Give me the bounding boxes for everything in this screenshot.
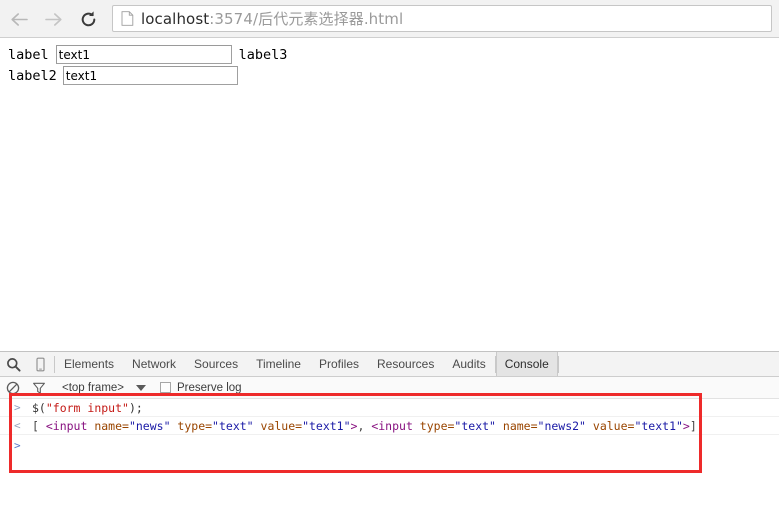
label-1: label	[8, 46, 49, 63]
code-seg: name=	[87, 419, 129, 433]
code-seg: "text"	[454, 419, 496, 433]
console-code-output: [ <input name="news" type="text" value="…	[32, 419, 697, 433]
tab-timeline[interactable]: Timeline	[247, 352, 310, 376]
devtools-tabbar: Elements Network Sources Timeline Profil…	[0, 352, 779, 377]
code-seg: "form input"	[45, 401, 129, 415]
console-output[interactable]: > $("form input"); < [ <input name="news…	[0, 399, 779, 511]
tab-audits[interactable]: Audits	[443, 352, 494, 376]
preserve-log-checkbox[interactable]	[160, 382, 172, 393]
code-seg: "text1"	[634, 419, 683, 433]
device-toggle-icon	[36, 357, 45, 371]
reload-icon	[81, 10, 95, 26]
code-seg: );	[128, 401, 143, 415]
code-seg: type=	[412, 419, 455, 433]
code-seg: ]	[689, 419, 697, 433]
output-marker: <	[14, 419, 21, 432]
code-seg: "news2"	[537, 419, 586, 433]
code-seg: "text1"	[302, 419, 351, 433]
prompt-caret: >	[14, 439, 21, 452]
clear-console-icon	[6, 381, 20, 394]
tab-resources[interactable]: Resources	[368, 352, 443, 376]
chevron-down-icon[interactable]	[136, 384, 147, 391]
code-seg: <input	[45, 419, 88, 433]
browser-toolbar: localhost:3574/后代元素选择器.html	[0, 0, 779, 38]
code-seg: [	[32, 419, 46, 433]
input-news[interactable]	[55, 45, 232, 64]
url-path: :3574/后代元素选择器.html	[209, 10, 404, 28]
tab-profiles[interactable]: Profiles	[310, 352, 368, 376]
document-icon	[121, 11, 134, 26]
url-host: localhost	[141, 10, 210, 28]
filter-icon	[33, 382, 45, 394]
code-seg: type=	[170, 419, 213, 433]
label-2: label2	[8, 67, 57, 84]
reload-button[interactable]	[76, 7, 100, 31]
address-bar[interactable]: localhost:3574/后代元素选择器.html	[112, 5, 772, 32]
device-toggle-button[interactable]	[27, 352, 54, 376]
url-text: localhost:3574/后代元素选择器.html	[141, 8, 403, 29]
code-seg: value=	[585, 419, 635, 433]
console-row-output[interactable]: < [ <input name="news" type="text" value…	[0, 417, 779, 435]
code-seg: value=	[253, 419, 303, 433]
code-seg: $(	[32, 401, 46, 415]
code-seg: ,	[357, 419, 372, 433]
tab-network[interactable]: Network	[123, 352, 185, 376]
input-marker: >	[14, 401, 21, 414]
search-icon	[7, 357, 21, 372]
tab-elements[interactable]: Elements	[55, 352, 123, 376]
code-seg: >	[682, 419, 690, 433]
console-prompt-row[interactable]: >	[0, 435, 779, 455]
back-button[interactable]	[7, 7, 31, 31]
forward-button[interactable]	[41, 7, 65, 31]
frame-selector[interactable]: <top frame>	[62, 382, 124, 394]
input-news2[interactable]	[62, 66, 238, 85]
arrow-left-icon	[10, 12, 28, 26]
search-button[interactable]	[0, 352, 27, 376]
preserve-log-label: Preserve log	[177, 381, 242, 394]
arrow-right-icon	[44, 12, 62, 26]
console-code-input: $("form input");	[32, 401, 143, 415]
filter-button[interactable]	[26, 378, 52, 398]
code-seg: "text"	[212, 419, 254, 433]
console-toolbar: <top frame> Preserve log	[0, 377, 779, 399]
code-seg: "news"	[128, 419, 171, 433]
preserve-log-control[interactable]: Preserve log	[160, 382, 242, 394]
code-seg: name=	[495, 419, 538, 433]
page-viewport: label label3 label2	[0, 38, 779, 351]
label-3: label3	[238, 46, 288, 63]
tab-sources[interactable]: Sources	[185, 352, 247, 376]
form-row-2: label2	[8, 66, 238, 85]
form-row-1: label label3	[8, 45, 287, 64]
tab-divider-after-console	[557, 355, 559, 373]
code-seg: <input	[371, 419, 413, 433]
console-row-input[interactable]: > $("form input");	[0, 399, 779, 417]
tab-console[interactable]: Console	[495, 352, 558, 376]
devtools-panel: Elements Network Sources Timeline Profil…	[0, 351, 779, 511]
clear-console-button[interactable]	[0, 378, 26, 398]
